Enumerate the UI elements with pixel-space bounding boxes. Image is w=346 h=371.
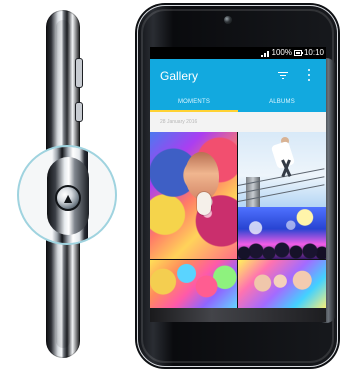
- volume-button: [75, 58, 83, 88]
- photo-friends-festival[interactable]: [238, 260, 326, 308]
- status-right-cluster: 100% 10:10: [260, 47, 324, 59]
- camera-icon: [224, 16, 232, 24]
- product-stage: ▲ 100% 10:10 Gallery MOMENTS ALBUMS 28 J…: [0, 0, 346, 371]
- photo-color-powder-girl[interactable]: [150, 132, 237, 259]
- tab-albums[interactable]: ALBUMS: [238, 93, 326, 112]
- status-time: 10:10: [303, 48, 324, 57]
- alcatel-logo-icon: ▲: [55, 185, 81, 211]
- status-bar: 100% 10:10: [150, 47, 326, 59]
- zoom-detail: ▲: [17, 145, 117, 245]
- photo-jumping-person[interactable]: [238, 132, 326, 207]
- power-button: [75, 102, 83, 122]
- filter-icon[interactable]: [278, 71, 288, 79]
- gallery-tabs: MOMENTS ALBUMS: [150, 93, 326, 112]
- date-header: 28 January 2016: [150, 112, 326, 132]
- gallery-app-bar: Gallery: [150, 59, 326, 93]
- phone-screen: 100% 10:10 Gallery MOMENTS ALBUMS 28 Jan…: [150, 47, 326, 322]
- photo-bottom-strip: [150, 308, 326, 322]
- signal-icon: [260, 49, 270, 57]
- battery-percentage: 100%: [271, 48, 292, 57]
- more-vert-icon[interactable]: [307, 69, 311, 81]
- battery-icon: [293, 50, 303, 56]
- photo-concert-crowd[interactable]: [238, 207, 326, 259]
- app-title: Gallery: [160, 69, 199, 83]
- photo-color-festival[interactable]: [150, 260, 237, 308]
